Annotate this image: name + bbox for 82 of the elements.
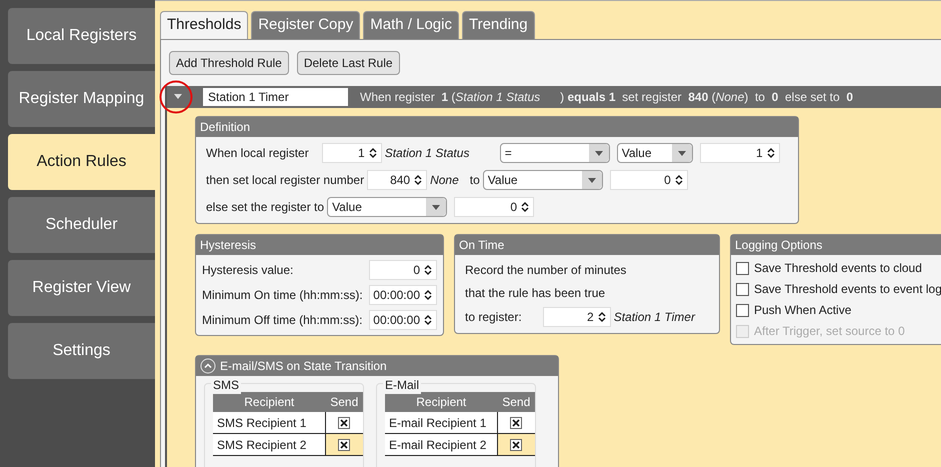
column-header: Recipient [415,394,468,411]
table-row[interactable]: SMS Recipient 2 [213,434,363,456]
field-label: to register: [465,309,522,326]
toolbar-button[interactable]: Delete Last Rule [296,51,400,75]
sidebar-item[interactable]: Scheduler [8,197,155,253]
caret-icon [432,204,440,210]
sidebar-item[interactable]: Local Registers [8,8,155,64]
table-row[interactable]: SMS Recipient 1 [213,412,363,434]
caret-icon [588,178,596,182]
panel-title: On Time [459,237,504,254]
spin-arrows-icon[interactable] [521,201,530,213]
field-label: Minimum Off time (hh:mm:ss): [202,312,362,329]
checkbox[interactable] [510,416,522,428]
table-cell: SMS Recipient 2 [213,434,326,455]
column-header: Recipient [243,394,296,411]
checkbox-label: Save Threshold events to event log [754,281,941,298]
field-label: else set the register to [206,199,324,216]
spin-arrows-icon[interactable] [414,174,422,186]
number-spinner[interactable]: 00:00:00 [369,310,437,330]
tab[interactable]: Register Copy [251,11,360,39]
register-name: Station 1 Timer [614,309,695,326]
checkbox[interactable] [338,416,350,428]
tab[interactable]: Thresholds [160,11,248,39]
dropdown[interactable]: = [500,143,610,163]
panel-title: E-mail/SMS on State Transition [220,358,387,375]
checkbox[interactable] [736,304,749,316]
description-text: that the rule has been true [465,285,606,302]
field-label: Minimum On time (hh:mm:ss): [202,287,363,304]
spin-arrows-icon[interactable] [674,174,683,186]
tab[interactable]: Math / Logic [363,11,459,39]
tab[interactable]: Trending [462,11,535,39]
field-label: then set local register number [206,172,364,189]
checkbox-label: Push When Active [754,302,852,319]
collapse-icon[interactable] [200,358,216,374]
register-name: None [430,172,459,189]
number-spinner[interactable]: 0 [369,260,437,280]
expand-toggle-icon[interactable] [173,94,183,100]
checkbox[interactable] [736,262,749,274]
panel-title: Logging Options [735,237,822,254]
sidebar-item[interactable]: Register View [8,260,155,316]
checkbox[interactable] [510,438,522,450]
panel-title: Hysteresis [200,237,256,254]
sidebar-item[interactable]: Action Rules [8,134,155,190]
spin-arrows-icon[interactable] [424,289,432,301]
field-label: When local register [206,145,309,162]
number-spinner[interactable]: 0 [610,170,688,190]
rule-name-field[interactable]: Station 1 Timer [203,88,348,106]
spin-arrows-icon[interactable] [598,311,606,323]
number-spinner[interactable]: 0 [454,197,534,217]
rule-summary: When register 1 (Station 1 Status ) equals 1 set register 840 (None) to 0 else set to 0 [360,89,854,106]
column-header: Send [501,394,532,411]
sidebar-item[interactable]: Settings [8,323,155,379]
table-row[interactable]: E-mail Recipient 1 [385,412,535,434]
number-spinner[interactable]: 1 [322,143,382,163]
table-cell: E-mail Recipient 2 [385,434,498,455]
field-label: to [470,172,480,189]
dropdown[interactable]: Value [616,143,693,163]
checkbox[interactable] [736,282,749,296]
highlight-circle [159,80,193,114]
register-name: Station 1 Status [384,145,470,162]
table-row[interactable]: E-mail Recipient 2 [385,434,535,456]
dropdown[interactable]: Value [482,170,603,190]
checkbox[interactable] [338,438,350,450]
panel-title: Definition [200,119,250,136]
checkbox-label: After Trigger, set source to 0 [754,323,905,340]
caret-icon [678,150,686,156]
sidebar-item[interactable]: Register Mapping [8,71,155,127]
dropdown[interactable]: Value [327,197,448,217]
number-spinner[interactable]: 840 [367,170,428,190]
number-spinner[interactable]: 00:00:00 [369,285,437,305]
column-header: Send [329,394,360,411]
number-spinner[interactable]: 1 [700,143,780,163]
spin-arrows-icon[interactable] [424,264,432,276]
field-label: Hysteresis value: [202,262,294,279]
checkbox-label: Save Threshold events to cloud [754,260,922,277]
description-text: Record the number of minutes [465,262,628,279]
caret-icon [594,150,603,156]
number-spinner[interactable]: 2 [542,307,611,327]
spin-arrows-icon[interactable] [766,147,775,159]
toolbar-button[interactable]: Add Threshold Rule [169,51,289,75]
spin-arrows-icon[interactable] [424,314,432,326]
spin-arrows-icon[interactable] [368,147,377,159]
